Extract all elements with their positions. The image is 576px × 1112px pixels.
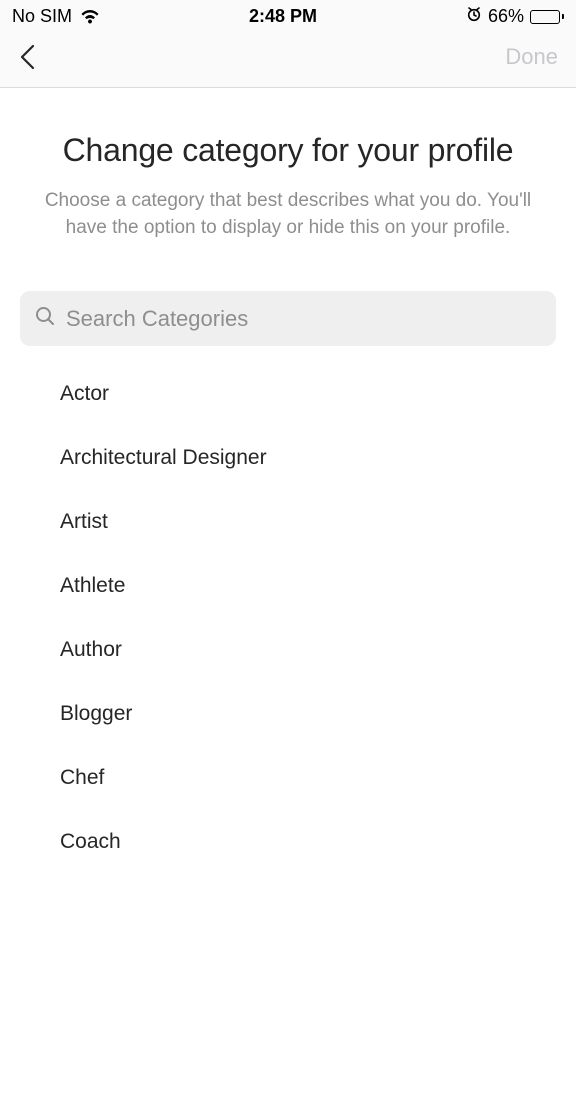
carrier-label: No SIM xyxy=(12,6,72,27)
category-item-actor[interactable]: Actor xyxy=(0,362,576,426)
wifi-icon xyxy=(80,10,100,24)
category-item-architectural-designer[interactable]: Architectural Designer xyxy=(0,426,576,490)
nav-bar: Done xyxy=(0,31,576,88)
search-input[interactable] xyxy=(66,306,542,332)
chevron-left-icon xyxy=(18,43,36,71)
clock-label: 2:48 PM xyxy=(249,6,317,27)
search-box[interactable] xyxy=(20,291,556,346)
status-bar: No SIM 2:48 PM 66% xyxy=(0,0,576,31)
page-subtitle: Choose a category that best describes wh… xyxy=(30,188,546,241)
category-item-coach[interactable]: Coach xyxy=(0,810,576,874)
category-item-blogger[interactable]: Blogger xyxy=(0,682,576,746)
category-item-athlete[interactable]: Athlete xyxy=(0,554,576,618)
battery-pct-label: 66% xyxy=(488,6,524,27)
page-title: Change category for your profile xyxy=(30,130,546,170)
category-item-author[interactable]: Author xyxy=(0,618,576,682)
header-section: Change category for your profile Choose … xyxy=(0,88,576,271)
done-button[interactable]: Done xyxy=(505,44,558,70)
alarm-icon xyxy=(466,6,482,27)
battery-icon xyxy=(530,10,564,24)
back-button[interactable] xyxy=(18,43,36,71)
category-item-chef[interactable]: Chef xyxy=(0,746,576,810)
category-list: Actor Architectural Designer Artist Athl… xyxy=(0,354,576,882)
search-icon xyxy=(34,305,56,332)
category-item-artist[interactable]: Artist xyxy=(0,490,576,554)
